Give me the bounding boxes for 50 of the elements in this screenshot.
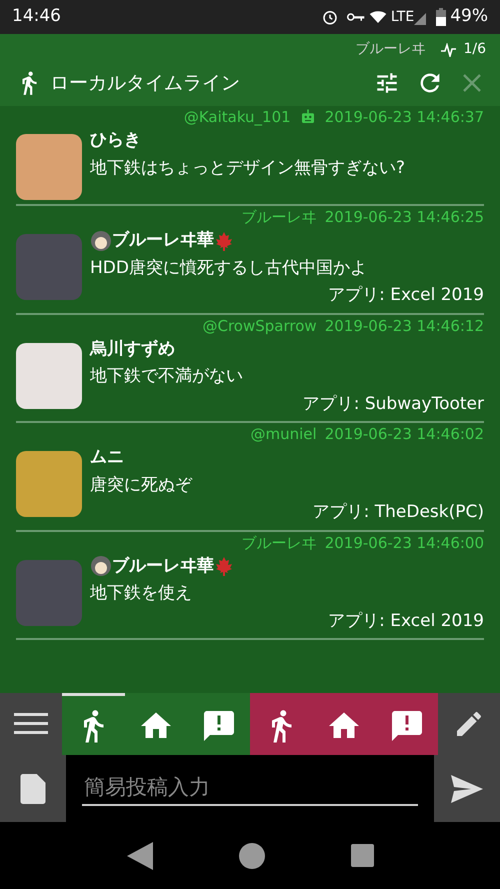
- post-content: HDD唐突に憤死するし古代中国かよ: [90, 256, 368, 280]
- key-icon: [346, 12, 365, 22]
- client-app: アプリ: TheDesk(PC): [312, 501, 484, 524]
- network-type: LTE: [390, 8, 414, 26]
- battery-level: 49%: [450, 5, 488, 28]
- account-handle[interactable]: ブルーレヰ: [242, 208, 317, 226]
- maple-leaf-icon: [214, 556, 234, 576]
- display-name[interactable]: ブルーレヰ華: [112, 228, 214, 254]
- post-time: 2019-06-23 14:46:02: [324, 425, 484, 443]
- status-time: 14:46: [12, 5, 61, 28]
- maple-leaf-icon: [214, 230, 234, 251]
- recents-icon[interactable]: [350, 844, 374, 867]
- column-position: 1/6: [463, 40, 486, 59]
- client-app: アプリ: SubwayTooter: [302, 392, 484, 416]
- display-name[interactable]: ムニ: [90, 445, 124, 470]
- custom-emoji-icon: [90, 555, 112, 578]
- display-name[interactable]: ひらき: [90, 128, 141, 154]
- column-tab[interactable]: [187, 693, 250, 755]
- menu-icon: [14, 712, 48, 736]
- document-icon: [20, 774, 46, 804]
- post-time: 2019-06-23 14:46:12: [324, 316, 484, 334]
- send-button[interactable]: [434, 755, 500, 822]
- column-tab[interactable]: [375, 693, 438, 755]
- post-content: 地下鉄はちょっとデザイン無骨すぎない?: [90, 156, 406, 180]
- post-time: 2019-06-23 14:46:25: [324, 208, 484, 226]
- account-handle[interactable]: @muniel: [250, 425, 317, 443]
- alarm-icon: [320, 8, 339, 26]
- post-content: 唐突に死ぬぞ: [90, 474, 194, 496]
- post-time: 2019-06-23 14:46:37: [324, 108, 484, 126]
- column-tab[interactable]: [62, 693, 125, 755]
- send-icon: [451, 774, 483, 802]
- account-handle[interactable]: @CrowSparrow: [202, 316, 317, 334]
- avatar-photo-placeholder[interactable]: [16, 342, 82, 408]
- column-tab[interactable]: [250, 693, 313, 755]
- client-app: アプリ: Excel 2019: [327, 610, 484, 632]
- back-icon[interactable]: [126, 842, 152, 870]
- battery-icon: [436, 8, 446, 26]
- custom-emoji-icon: [90, 230, 112, 252]
- account-name: ブルーレヰ: [355, 40, 426, 59]
- home-button-icon[interactable]: [238, 842, 264, 868]
- post-content: 地下鉄で不満がない: [90, 365, 244, 388]
- post-time: 2019-06-23 14:46:00: [324, 534, 484, 552]
- display-name[interactable]: ブルーレヰ華: [112, 554, 214, 579]
- column-title: ローカルタイムライン: [50, 70, 241, 96]
- draft-button[interactable]: [0, 755, 66, 822]
- client-app: アプリ: Excel 2019: [327, 284, 484, 307]
- account-handle[interactable]: @Kaitaku_101: [184, 108, 291, 126]
- post-content: 地下鉄を使え: [90, 582, 193, 605]
- account-handle[interactable]: ブルーレヰ: [242, 534, 317, 552]
- display-name[interactable]: 烏川すずめ: [90, 336, 175, 362]
